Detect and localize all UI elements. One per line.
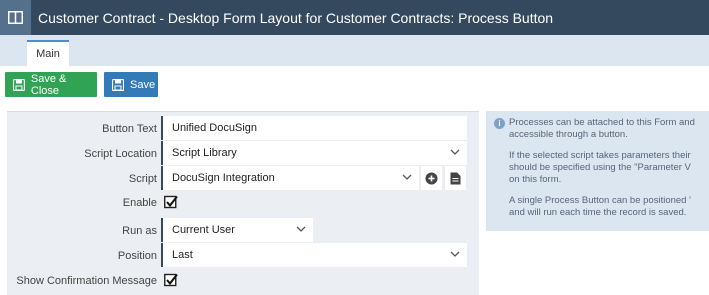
save-close-button[interactable]: Save & Close [5,72,97,97]
info-paragraph: A single Process Button can be positione… [509,195,695,219]
position-label: Position [117,250,157,262]
view-script-button[interactable] [445,166,466,190]
script-value: DocuSign Integration [172,172,275,184]
info-line: accessible through a button. [509,129,628,140]
run-as-label: Run as [122,225,157,237]
info-line: Processes can be attached to this Form a… [509,117,695,128]
save-button[interactable]: Save [104,72,158,97]
document-icon [450,172,461,184]
info-panel: i Processes can be attached to this Form… [486,111,709,231]
position-value: Last [172,249,193,261]
save-close-label: Save & Close [30,72,67,97]
window-title: Customer Contract - Desktop Form Layout … [38,9,554,26]
position-select[interactable]: Last [161,243,467,267]
save-label: Save [130,78,156,91]
info-line: and will run each time the record is sav… [509,207,687,218]
show-confirmation-label: Show Confirmation Message [16,275,157,287]
script-location-value: Script Library [172,147,237,159]
info-icon: i [494,118,505,129]
add-script-button[interactable] [421,166,442,190]
info-line: If the selected script takes parameters … [509,150,691,161]
button-text-label: Button Text [102,123,157,135]
tab-main[interactable]: Main [27,40,69,66]
chevron-down-icon [450,149,460,155]
form-panel: Button Text Unified DocuSign Script Loca… [7,111,479,295]
button-text-value: Unified DocuSign [172,122,257,134]
script-label: Script [128,173,157,185]
chevron-down-icon [402,174,412,180]
info-text: Processes can be attached to this Form a… [509,117,695,228]
script-location-select[interactable]: Script Library [161,141,467,165]
tab-strip: Main [0,35,709,66]
enable-label: Enable [122,197,157,209]
run-as-select[interactable]: Current User [161,218,313,242]
window-layout-icon[interactable] [0,0,31,35]
enable-checkbox[interactable] [164,195,178,209]
script-select[interactable]: DocuSign Integration [161,166,419,190]
info-paragraph: If the selected script takes parameters … [509,150,695,186]
run-as-value: Current User [172,224,235,236]
plus-circle-icon [425,172,438,184]
title-bar: Customer Contract - Desktop Form Layout … [0,0,709,35]
chevron-down-icon [450,251,460,257]
info-paragraph: Processes can be attached to this Form a… [509,117,695,141]
chevron-down-icon [296,226,306,232]
info-line: should be specified using the "Parameter… [509,162,691,173]
button-text-input[interactable]: Unified DocuSign [161,116,467,140]
script-location-label: Script Location [84,148,157,160]
save-icon [13,78,25,91]
info-line: on this form. [509,174,562,185]
info-line: A single Process Button can be positione… [509,195,691,206]
save-icon [112,78,124,91]
show-confirmation-checkbox[interactable] [164,273,178,287]
